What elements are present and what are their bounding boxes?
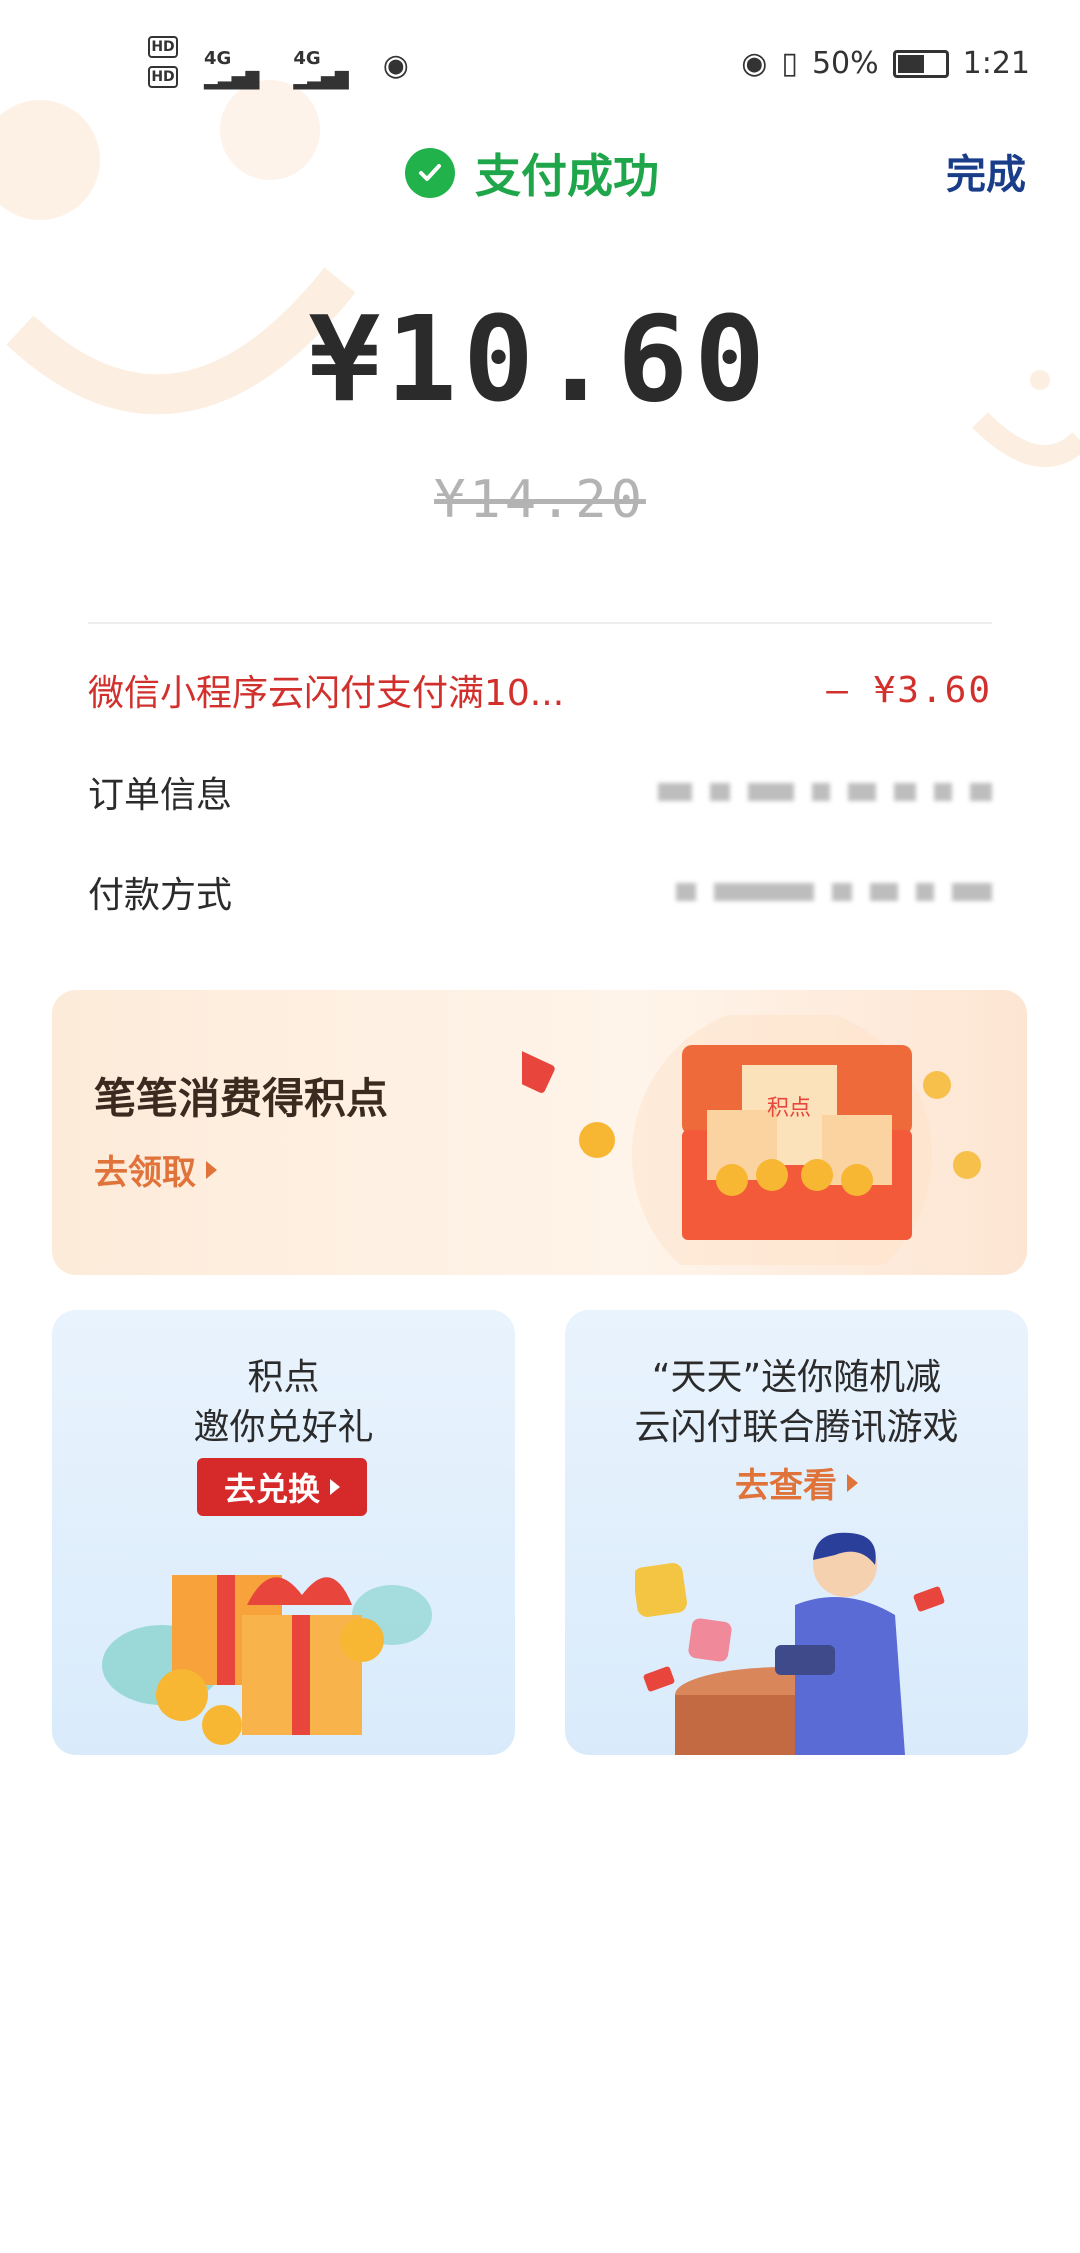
battery-percent: 50% [811, 46, 879, 81]
points-exchange-card[interactable]: 积点 邀你兑好礼 去兑换 [52, 1310, 515, 1755]
done-button[interactable]: 完成 [946, 142, 1026, 200]
original-amount: ¥14.20 [434, 470, 646, 530]
status-bar: HD HD 4G ▂▃▅▇ 4G ▂▃▅▇ ◉ ◉ ▯ 50% 1:21 [0, 0, 1080, 130]
gamer-illustration [635, 1532, 945, 1755]
claim-link[interactable]: 去领取 [94, 1145, 217, 1194]
view-link-label: 去查看 [735, 1466, 837, 1506]
gift-box-illustration [102, 1575, 432, 1745]
payment-method-redacted [676, 883, 992, 901]
banner-title: 笔笔消费得积点 [94, 1074, 389, 1123]
signal-1-icon: 4G ▂▃▅▇ [204, 48, 260, 90]
payment-method-row[interactable]: 付款方式 [88, 862, 992, 922]
eye-icon: ◉ [741, 46, 768, 81]
check-circle-icon [405, 148, 455, 198]
battery-icon [892, 49, 949, 78]
paid-amount: ¥10.60 [308, 290, 772, 428]
discount-label: 微信小程序云闪付支付满10... [88, 673, 565, 714]
arrow-right-icon [206, 1160, 217, 1179]
discount-row: 微信小程序云闪付支付满10... – ¥3.60 [88, 660, 992, 720]
page-header: 支付成功 完成 [0, 130, 1080, 210]
hotspot-icon: ◉ [382, 48, 409, 83]
card-left-line1: 积点 [247, 1357, 320, 1398]
signal-2-icon: 4G ▂▃▅▇ [293, 48, 349, 90]
order-info-label: 订单信息 [88, 775, 233, 816]
vibrate-icon: ▯ [781, 46, 798, 81]
arrow-right-icon [847, 1473, 858, 1492]
exchange-button-label: 去兑换 [223, 1470, 320, 1508]
card-left-line2: 邀你兑好礼 [193, 1407, 374, 1448]
hd-2-icon: HD [148, 66, 178, 88]
discount-value: – ¥3.60 [826, 669, 992, 711]
payment-success-title: 支付成功 [405, 140, 659, 206]
box-label: 积点 [767, 1096, 811, 1121]
claim-link-label: 去领取 [94, 1153, 196, 1193]
payment-method-label: 付款方式 [88, 875, 233, 916]
view-link[interactable]: 去查看 [565, 1458, 1028, 1507]
clock: 1:21 [962, 46, 1030, 81]
success-text: 支付成功 [475, 149, 659, 203]
divider [88, 622, 992, 624]
order-info-redacted [658, 783, 992, 801]
arrow-right-icon [330, 1479, 340, 1495]
game-discount-card[interactable]: “天天”送你随机减 云闪付联合腾讯游戏 去查看 [565, 1310, 1028, 1755]
order-info-row[interactable]: 订单信息 [88, 762, 992, 822]
card-right-line2: 云闪付联合腾讯游戏 [634, 1407, 959, 1448]
exchange-button[interactable]: 去兑换 [197, 1458, 367, 1516]
points-banner[interactable]: 笔笔消费得积点 去领取 积点 [52, 990, 1027, 1275]
treasure-box-illustration: 积点 [522, 1015, 981, 1265]
card-right-line1: “天天”送你随机减 [651, 1357, 942, 1398]
hd-1-icon: HD [148, 36, 178, 58]
status-right: ◉ ▯ 50% 1:21 [741, 46, 1030, 81]
